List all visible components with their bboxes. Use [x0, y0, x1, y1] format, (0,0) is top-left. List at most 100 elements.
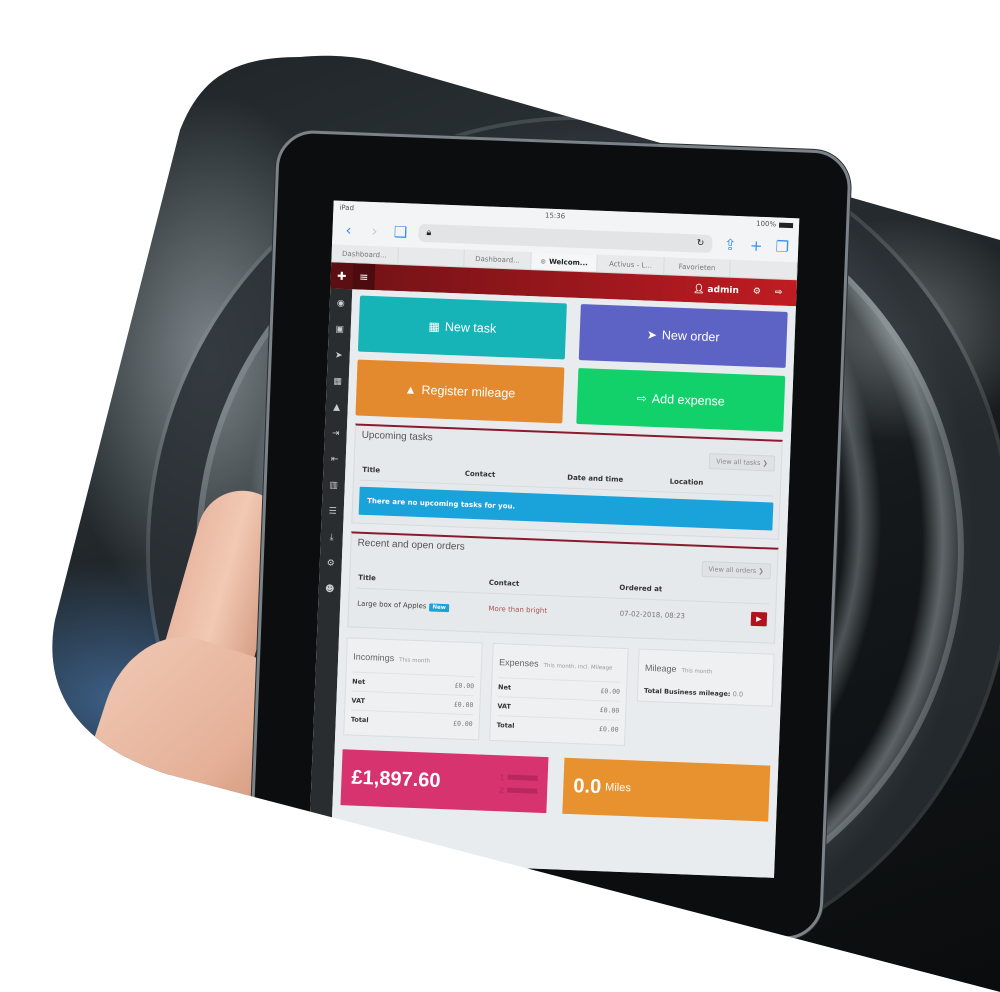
- close-tab-icon[interactable]: ⊗: [540, 257, 546, 265]
- battery-icon: [778, 222, 794, 228]
- summary-cards: £1,897.60 1 2 0.0 Miles: [340, 749, 771, 822]
- paper-plane-icon: ➤: [646, 327, 658, 342]
- list-number: 1: [499, 772, 537, 783]
- stat-value: £0.00: [452, 719, 473, 729]
- stat-value: £0.00: [598, 725, 619, 734]
- panel-title: Upcoming tasks: [361, 429, 433, 444]
- sidebar-item-contacts-icon[interactable]: ▣: [330, 320, 349, 339]
- view-all-tasks-button[interactable]: View all tasks ❯: [708, 453, 776, 472]
- quick-actions: ▦ New task ➤ New order ▲ Register mileage ⇨ Add…: [355, 295, 788, 432]
- settings-icon[interactable]: ⚙: [753, 287, 761, 297]
- upcoming-tasks-panel: Upcoming tasks View all tasks ❯ Title Co…: [351, 423, 783, 540]
- view-all-orders-button[interactable]: View all orders ❯: [701, 560, 772, 580]
- reload-icon[interactable]: ↻: [697, 238, 705, 248]
- device-label: iPad: [339, 203, 355, 213]
- lock-icon: 🔒︎: [426, 228, 432, 239]
- sidebar-item-incomings-icon[interactable]: ⇥: [326, 424, 345, 443]
- stat-row: Total £0.00: [496, 715, 619, 739]
- column-header[interactable]: Title: [362, 466, 465, 478]
- sidebar-item-expenses-icon[interactable]: ⇤: [325, 450, 344, 469]
- user-name: admin: [707, 284, 740, 297]
- sidebar-item-users-icon[interactable]: ☻: [320, 580, 339, 599]
- column-header[interactable]: Contact: [465, 470, 568, 482]
- plus-icon[interactable]: +: [748, 236, 765, 255]
- battery-indicator: 100%: [755, 219, 794, 229]
- status-badge: New: [429, 602, 450, 612]
- chevron-right-icon[interactable]: ›: [366, 222, 383, 241]
- button-label: Add expense: [651, 391, 726, 409]
- sidebar-item-download-icon[interactable]: ⤓: [322, 528, 341, 547]
- add-expense-button[interactable]: ⇨ Add expense: [576, 367, 786, 432]
- stat-label: VAT: [497, 702, 512, 711]
- browser-tab[interactable]: Dashboard...: [331, 244, 399, 264]
- stat-label: Total: [350, 715, 369, 725]
- clock: 15:36: [544, 211, 566, 221]
- share-icon[interactable]: ⇪: [722, 235, 739, 254]
- browser-tab[interactable]: Favorieten: [663, 257, 732, 277]
- sidebar-item-list-icon[interactable]: ☰: [323, 502, 342, 521]
- tabs-icon[interactable]: ❐: [774, 237, 791, 256]
- browser-tab-active[interactable]: ⊗ Welcom...: [530, 252, 599, 272]
- card-title: Incomings: [352, 651, 395, 664]
- register-mileage-button[interactable]: ▲ Register mileage: [355, 359, 565, 424]
- hamburger-menu-icon[interactable]: ≡: [352, 263, 376, 291]
- ordered-list-icon: 1 2: [499, 772, 538, 796]
- logout-icon[interactable]: ⇨: [775, 287, 783, 297]
- stats-row: Incomings This month Net £0.00 VAT £0.00 T…: [343, 637, 775, 751]
- chevron-left-icon[interactable]: ‹: [340, 221, 357, 240]
- tab-label: Dashboard...: [475, 254, 520, 265]
- browser-tab[interactable]: [730, 259, 798, 280]
- button-label: New order: [661, 328, 720, 345]
- button-label: Register mileage: [421, 382, 516, 401]
- tab-label: Dashboard...: [341, 249, 387, 260]
- stat-label: Total: [496, 721, 515, 730]
- user-menu[interactable]: 👤︎ admin: [693, 284, 739, 296]
- column-header[interactable]: Title: [358, 574, 489, 587]
- battery-percent: 100%: [755, 219, 777, 229]
- sidebar-item-orders-icon[interactable]: ➤: [329, 346, 348, 365]
- tablet-screen: iPad 15:36 100% ‹ › ❑ 🔒︎ ↻ ⇪ + ❐ Dashboa…: [308, 200, 800, 878]
- sidebar-item-dashboard-icon[interactable]: ◉: [331, 294, 350, 313]
- revenue-summary-card[interactable]: £1,897.60 1 2: [340, 749, 549, 814]
- column-header[interactable]: Ordered at: [619, 584, 750, 597]
- column-header[interactable]: Location: [669, 478, 772, 490]
- puzzle-logo-icon[interactable]: ✚: [330, 262, 354, 290]
- stat-row: Total £0.00: [350, 709, 474, 734]
- column-header[interactable]: Contact: [489, 579, 620, 592]
- road-icon: ▲: [404, 382, 417, 397]
- order-title-cell: Large box of Apples New: [357, 599, 489, 613]
- stat-label: Net: [352, 677, 366, 687]
- order-title[interactable]: Large box of Apples: [357, 599, 427, 610]
- sign-out-icon: ⇨: [636, 391, 648, 406]
- sidebar-item-settings-icon[interactable]: ⚙: [321, 554, 340, 573]
- sidebar-item-calendar-icon[interactable]: ▦: [328, 372, 347, 391]
- order-contact[interactable]: More than bright: [488, 605, 620, 618]
- new-order-button[interactable]: ➤ New order: [578, 304, 788, 368]
- expenses-card: Expenses This month, incl. Mileage Net £0…: [489, 642, 629, 747]
- panel-title: Recent and open orders: [357, 537, 465, 553]
- book-icon[interactable]: ❑: [392, 223, 409, 242]
- sidebar-item-mileage-icon[interactable]: ▲: [327, 398, 346, 417]
- column-header[interactable]: Date and time: [567, 474, 670, 486]
- new-task-button[interactable]: ▦ New task: [357, 295, 567, 360]
- tablet-device: iPad 15:36 100% ‹ › ❑ 🔒︎ ↻ ⇪ + ❐ Dashboa…: [247, 129, 852, 941]
- browser-tab[interactable]: Activus - L...: [597, 254, 665, 275]
- card-title: Expenses: [498, 657, 539, 669]
- summary-amount: 0.0: [572, 774, 602, 798]
- card-subtitle: This month, incl. Mileage: [543, 662, 613, 672]
- browser-tab[interactable]: [397, 246, 466, 267]
- order-date: 07-02-2018, 08:23: [619, 609, 686, 621]
- calendar-icon: ▦: [428, 319, 441, 334]
- mileage-card: Mileage This month Total Business mileag…: [636, 648, 775, 707]
- open-order-button[interactable]: ▶: [750, 611, 768, 627]
- mileage-summary-card[interactable]: 0.0 Miles: [562, 757, 771, 822]
- user-icon: 👤︎: [692, 284, 705, 295]
- card-title: Mileage: [644, 662, 677, 674]
- browser-tab[interactable]: Dashboard...: [464, 249, 532, 270]
- stat-label: VAT: [351, 696, 366, 706]
- sidebar-item-reports-icon[interactable]: ▥: [324, 476, 343, 495]
- mileage-label: Total Business mileage:: [643, 686, 731, 699]
- stat-value: £0.00: [454, 681, 475, 691]
- stat-value: £0.00: [453, 700, 474, 710]
- mileage-value: 0.0: [732, 690, 744, 699]
